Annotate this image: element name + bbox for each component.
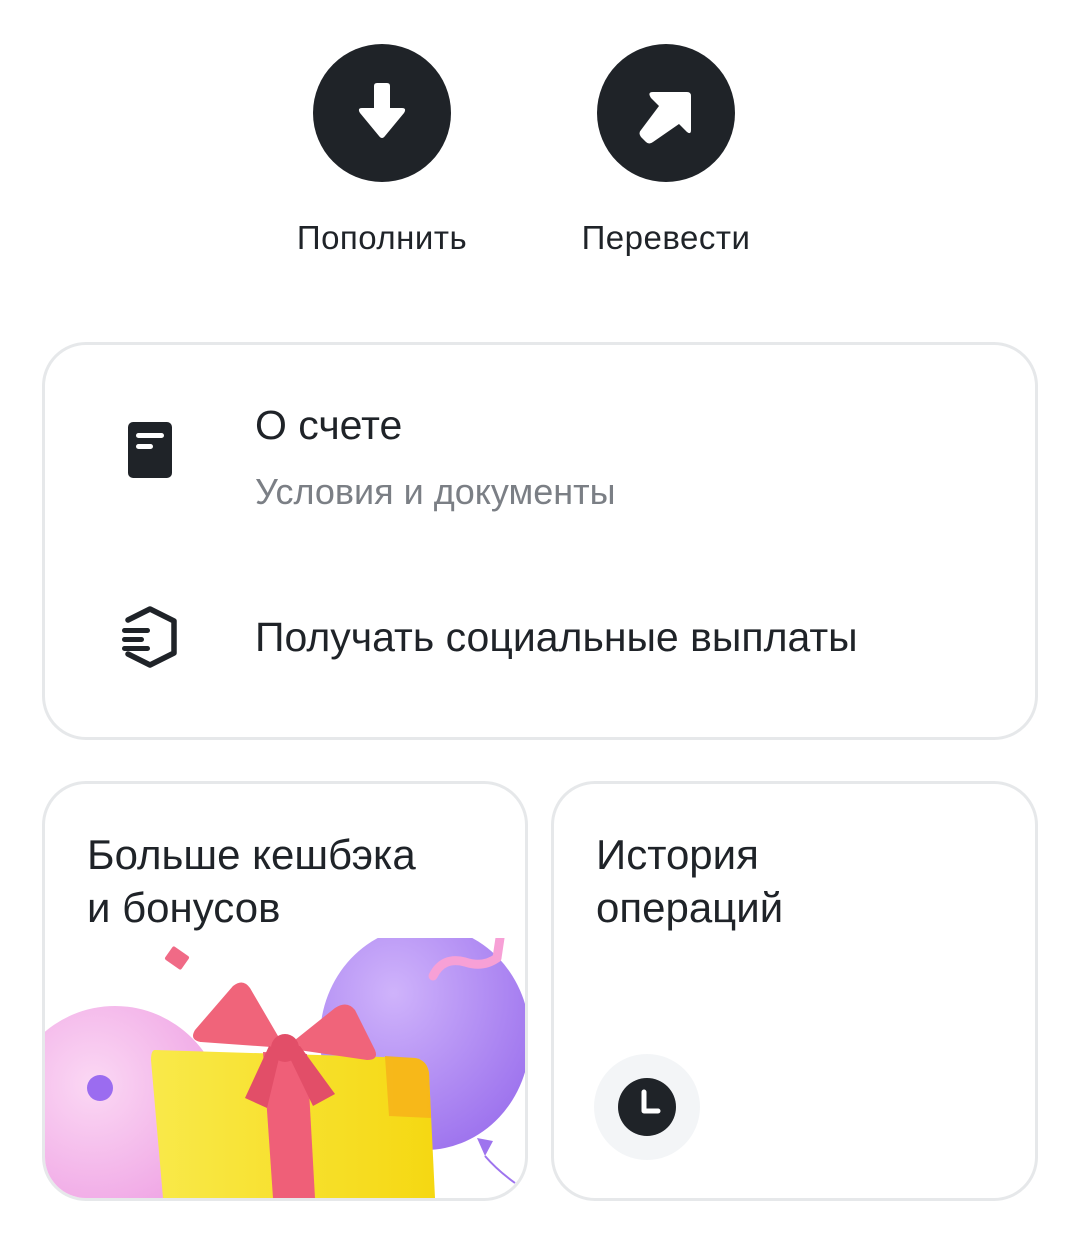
arrow-up-right-icon [639, 92, 691, 144]
arrow-down-icon [358, 83, 406, 138]
about-account-subtitle: Условия и документы [255, 471, 616, 512]
clock-icon-background [594, 1054, 700, 1160]
clock-icon [618, 1078, 676, 1136]
topup-circle[interactable] [313, 44, 451, 182]
document-icon [115, 415, 185, 485]
transfer-circle[interactable] [597, 44, 735, 182]
topup-label: Пополнить [296, 219, 468, 256]
cashback-tile-title: Больше кешбэка и бонусов [87, 831, 416, 931]
social-payments-title: Получать социальные выплаты [255, 614, 858, 660]
operations-history-tile[interactable]: История операций [551, 781, 1038, 1201]
social-payments-item[interactable]: Получать социальные выплаты [45, 600, 1035, 675]
about-account-title: О счете [255, 402, 403, 448]
transfer-button[interactable]: Перевести [546, 44, 786, 258]
gift-balloons-illustration [45, 938, 525, 1198]
account-menu-card: О счете Условия и документы Получать соц… [42, 342, 1038, 740]
history-tile-title: История операций [596, 831, 784, 931]
transfer-label: Перевести [581, 219, 751, 256]
social-payments-icon [115, 602, 185, 672]
about-account-item[interactable]: О счете Условия и документы [45, 400, 1035, 520]
cashback-bonus-tile[interactable]: Больше кешбэка и бонусов [42, 781, 528, 1201]
topup-button[interactable]: Пополнить [262, 44, 502, 258]
